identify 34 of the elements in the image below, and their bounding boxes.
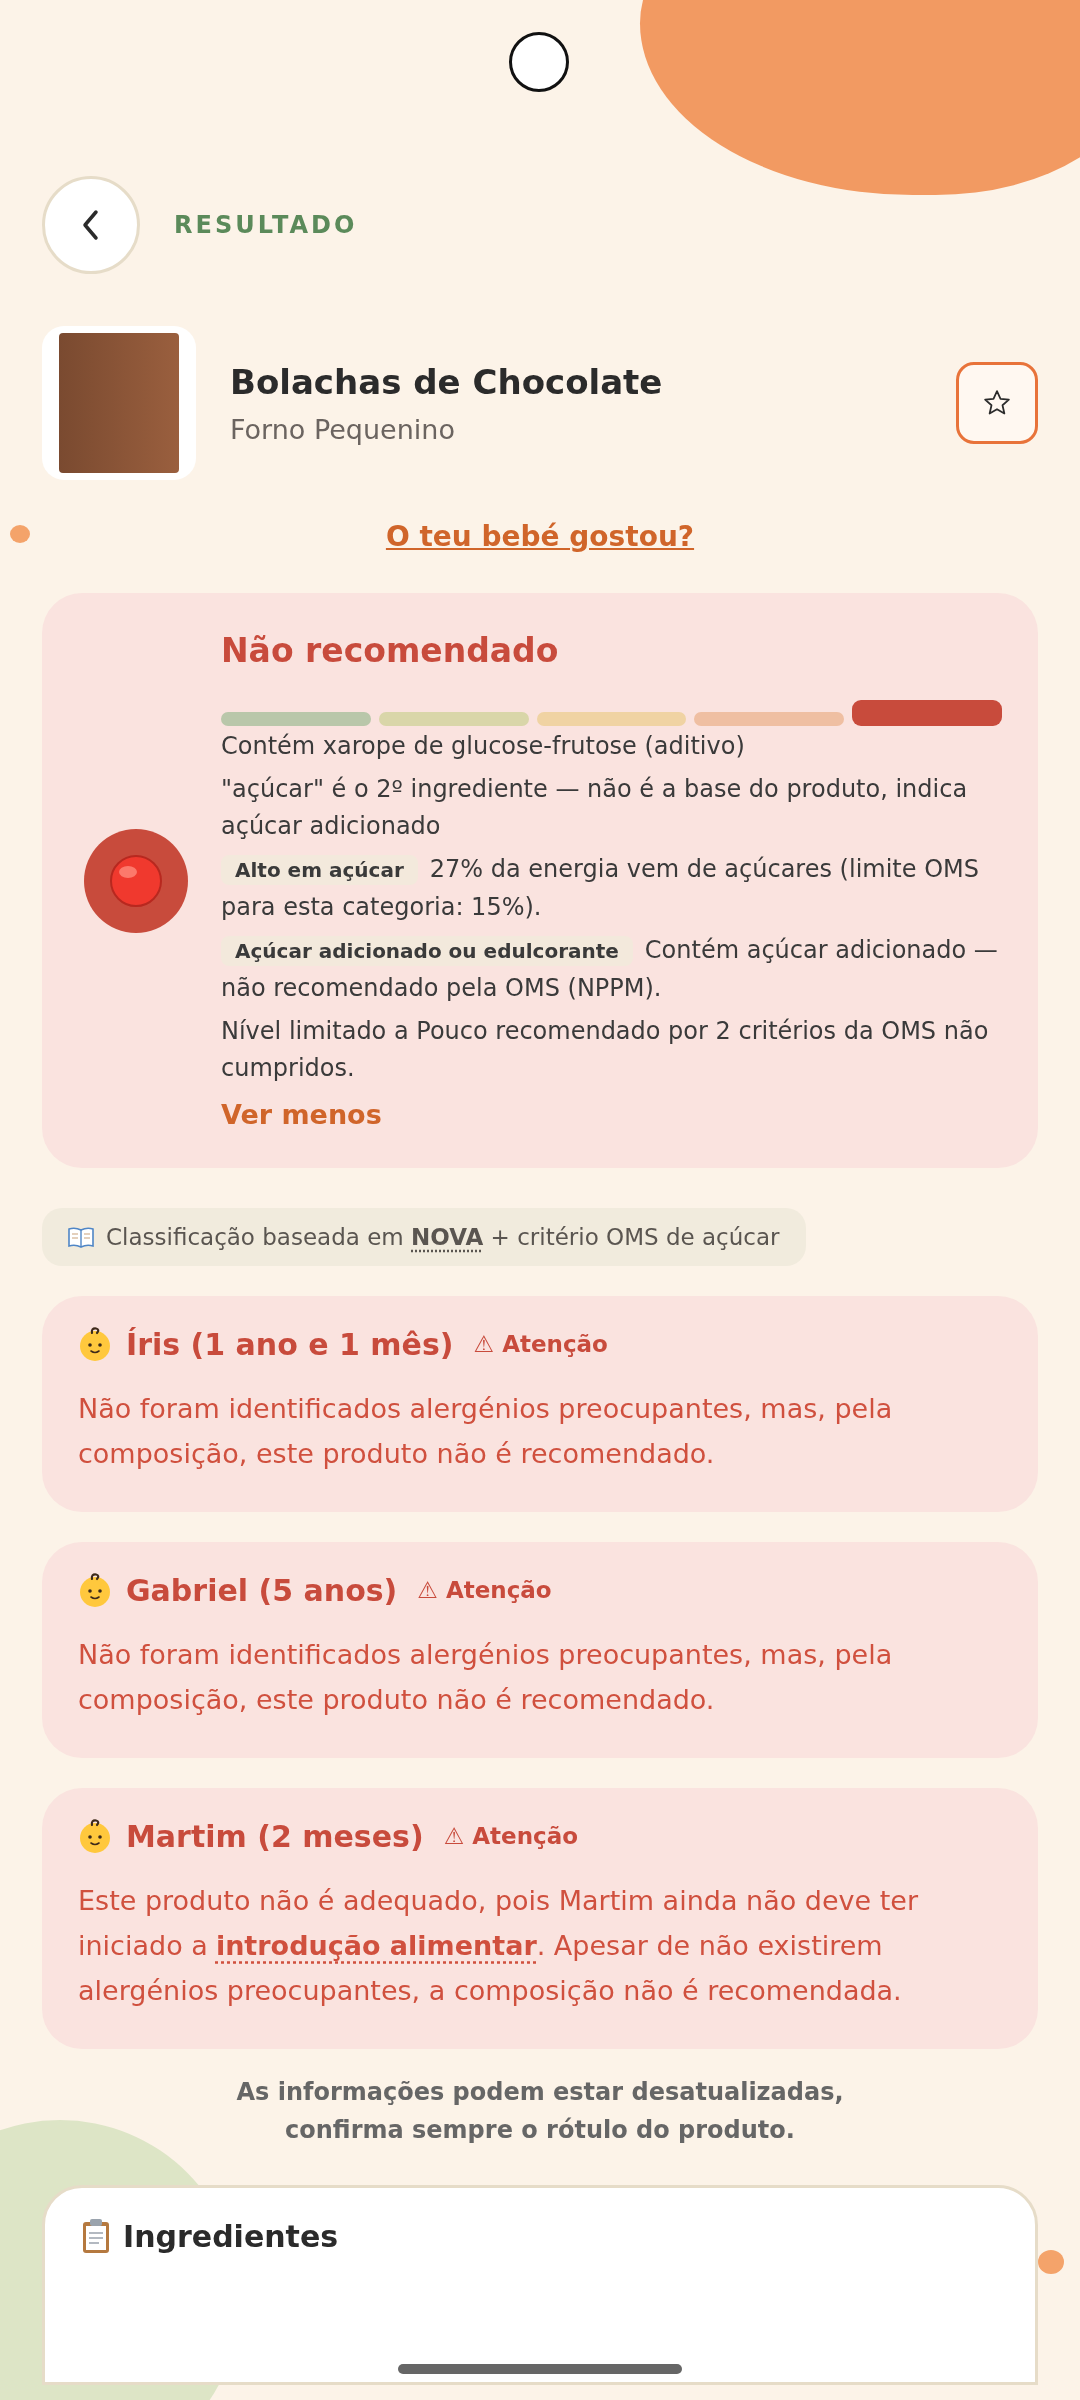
product-name: Bolachas de Chocolate xyxy=(230,361,664,402)
warning-status: ⚠ Atenção xyxy=(443,1823,578,1849)
child-name: Gabriel (5 anos) xyxy=(126,1572,398,1608)
criterion-text: Contém xarope de glucose-frutose (aditivo) xyxy=(221,731,746,762)
camera-cutout xyxy=(509,32,569,92)
verdict-title: Não recomendado xyxy=(221,631,560,670)
criterion-text: "açúcar" é o 2º ingrediente — não é a base do produto, indica açúcar adicionado xyxy=(221,774,969,842)
ingredients-title: Ingredientes xyxy=(123,2218,339,2254)
child-name: Martim (2 meses) xyxy=(126,1818,424,1854)
disclaimer-text: As informações podem estar desatualizadas, confirma sempre o rótulo do produto. xyxy=(235,2077,845,2146)
product-brand: Forno Pequenino xyxy=(230,413,456,445)
favorite-button[interactable] xyxy=(956,362,1038,444)
criterion-text: Açúcar adicionado ou edulcorante Contém açúcar adicionado — não recomendado pela OMS (NPPM). xyxy=(221,935,999,1004)
child-name: Íris (1 ano e 1 mês) xyxy=(126,1326,454,1362)
baby-icon xyxy=(78,1818,112,1854)
criterion-text: Alto em açúcar 27% da energia vem de açúcares (limite OMS para esta categoria: 15%). xyxy=(221,854,980,923)
criterion-text: Nível limitado a Pouco recomendado por 2 critérios da OMS não cumpridos. xyxy=(221,1016,990,1084)
clipboard-icon xyxy=(81,2218,111,2254)
decorative-dot xyxy=(1038,2250,1064,2274)
child-message: Não foram identificados alergénios preocupantes, mas, pela composição, este produto não é recomendado. xyxy=(78,1638,894,1717)
screen-title: RESULTADO xyxy=(174,211,358,239)
baby-icon xyxy=(78,1326,112,1362)
child-message: Este produto não é adequado, pois Martim ainda não deve ter iniciado a introdução alimentar. Apesar de não existirem alergénios preocupantes, a composição não é recomendada. xyxy=(78,1884,919,2008)
warning-status: ⚠ Atenção xyxy=(417,1577,552,1603)
child-message: Não foram identificados alergénios preocupantes, mas, pela composição, este produto não é recomendado. xyxy=(78,1392,894,1471)
source-text: Classificação baseada em NOVA + critério OMS de açúcar xyxy=(106,1224,780,1250)
nova-link[interactable]: NOVA xyxy=(411,1224,484,1250)
book-icon xyxy=(68,1226,94,1248)
feedback-link[interactable]: O teu bebé gostou? xyxy=(385,520,695,553)
decorative-dot xyxy=(10,525,30,543)
baby-icon xyxy=(78,1572,112,1608)
warning-status: ⚠ Atenção xyxy=(473,1331,608,1357)
see-less-link[interactable]: Ver menos xyxy=(221,1099,382,1130)
info-link[interactable]: introdução alimentar xyxy=(215,1930,537,1961)
